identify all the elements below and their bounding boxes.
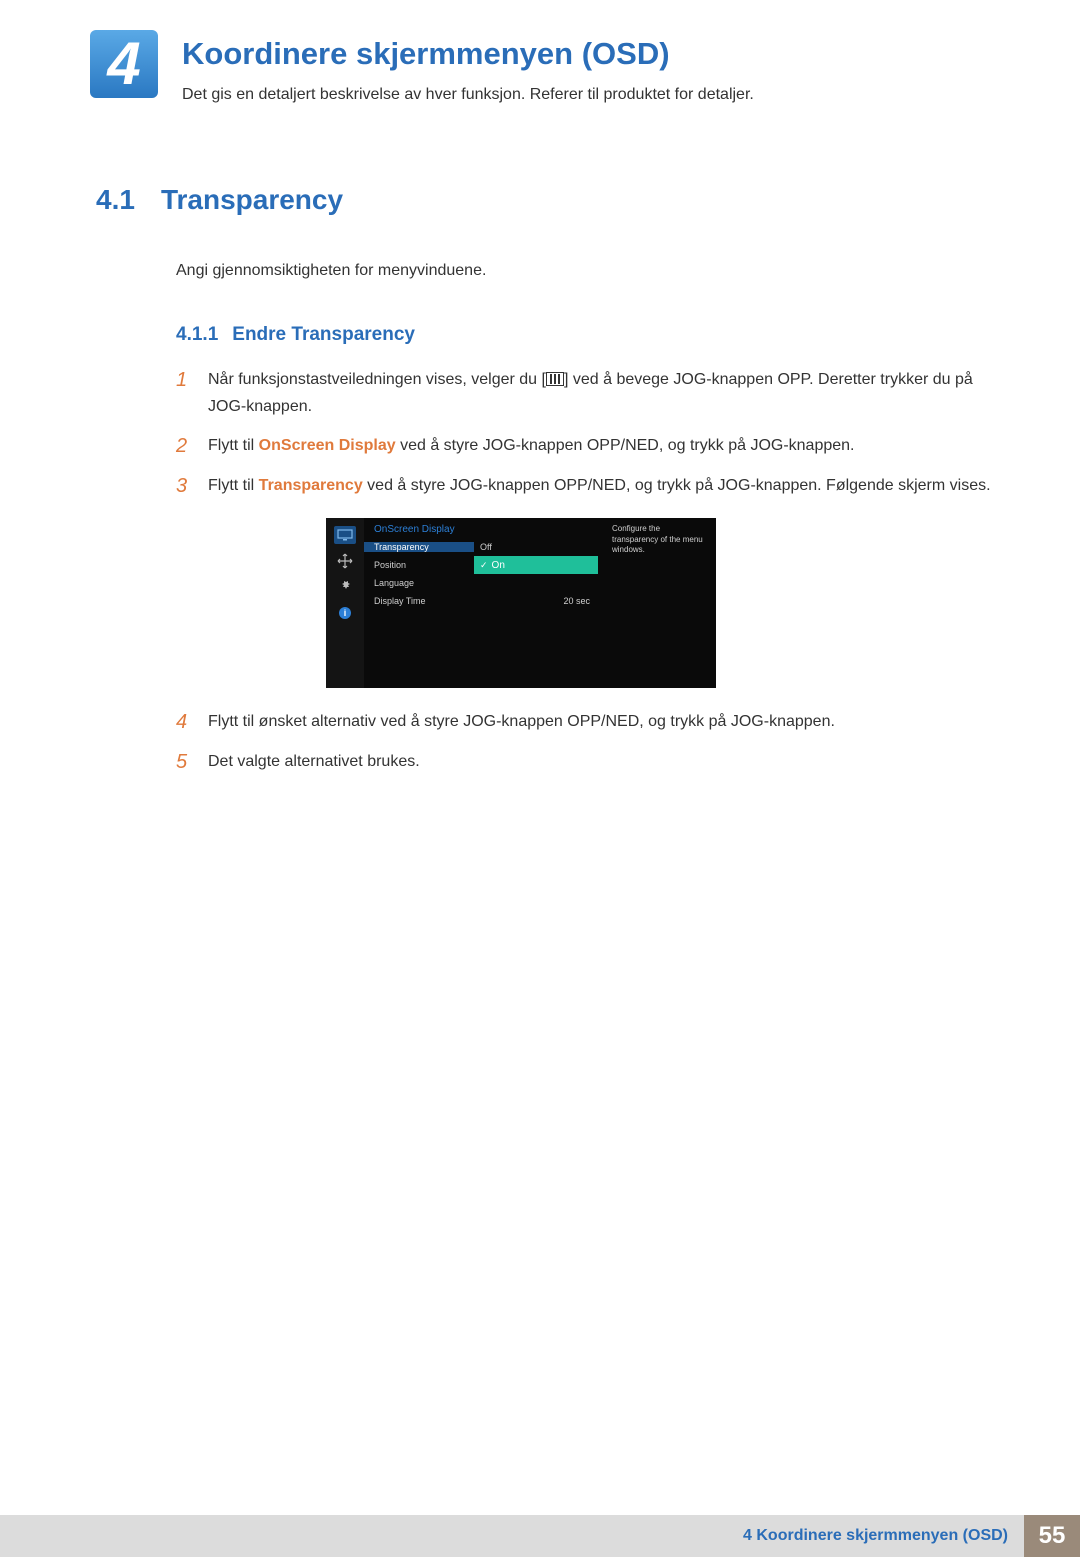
step-text: Flytt til ønsket alternativ ved å styre … xyxy=(208,708,1010,736)
step-number: 3 xyxy=(176,472,192,500)
osd-help-description: Configure the transparency of the menu w… xyxy=(606,518,716,688)
subsection-heading: 4.1.1 Endre Transparency xyxy=(176,324,1010,346)
osd-row-display-time: Display Time 20 sec xyxy=(364,592,606,610)
step-text-part: ved å styre JOG-knappen OPP/NED, og tryk… xyxy=(396,437,855,454)
steps-list-cont: 4 Flytt til ønsket alternativ ved å styr… xyxy=(176,708,1010,776)
osd-label: Transparency xyxy=(364,542,474,552)
step-text: Flytt til OnScreen Display ved å styre J… xyxy=(208,432,1010,460)
step-text-part: Når funksjonstastveiledningen vises, vel… xyxy=(208,371,546,388)
step-4: 4 Flytt til ønsket alternativ ved å styr… xyxy=(176,708,1010,736)
step-text-part: ved å styre JOG-knappen OPP/NED, og tryk… xyxy=(363,477,991,494)
gear-icon xyxy=(334,578,356,596)
check-icon: ✓ xyxy=(480,560,488,571)
step-number: 5 xyxy=(176,748,192,776)
step-number: 1 xyxy=(176,366,192,420)
steps-list: 1 Når funksjonstastveiledningen vises, v… xyxy=(176,366,1010,500)
keyword-transparency: Transparency xyxy=(259,477,363,494)
step-5: 5 Det valgte alternativet brukes. xyxy=(176,748,1010,776)
step-3: 3 Flytt til Transparency ved å styre JOG… xyxy=(176,472,1010,500)
step-1: 1 Når funksjonstastveiledningen vises, v… xyxy=(176,366,1010,420)
chapter-title: Koordinere skjermmenyen (OSD) xyxy=(182,36,754,72)
step-text: Flytt til Transparency ved å styre JOG-k… xyxy=(208,472,1010,500)
osd-row-position: Position ✓ On xyxy=(364,556,606,574)
osd-option-on-selected: ✓ On xyxy=(474,556,598,574)
osd-sidebar: i xyxy=(326,518,364,688)
info-icon: i xyxy=(334,604,356,622)
chapter-header: 4 Koordinere skjermmenyen (OSD) Det gis … xyxy=(90,30,1010,104)
osd-row-language: Language xyxy=(364,574,606,592)
chapter-description: Det gis en detaljert beskrivelse av hver… xyxy=(182,86,754,104)
step-2: 2 Flytt til OnScreen Display ved å styre… xyxy=(176,432,1010,460)
menu-icon xyxy=(546,372,564,386)
step-text-part: Flytt til xyxy=(208,437,259,454)
osd-screenshot: i OnScreen Display Transparency Off Posi… xyxy=(326,518,716,688)
chapter-number-badge: 4 xyxy=(90,30,158,98)
section-heading: 4.1 Transparency xyxy=(96,184,1010,216)
section-number: 4.1 xyxy=(96,184,135,216)
page-footer: 4 Koordinere skjermmenyen (OSD) 55 xyxy=(0,1515,1080,1557)
footer-page-number: 55 xyxy=(1024,1515,1080,1557)
move-icon xyxy=(334,552,356,570)
monitor-icon xyxy=(334,526,356,544)
osd-row-transparency: Transparency Off xyxy=(364,538,606,556)
section-title: Transparency xyxy=(161,184,343,216)
step-text: Når funksjonstastveiledningen vises, vel… xyxy=(208,366,1010,420)
svg-text:i: i xyxy=(344,608,347,618)
section-description: Angi gjennomsiktigheten for menyvinduene… xyxy=(176,262,1010,280)
osd-option-off: Off xyxy=(474,542,598,552)
osd-label: Position xyxy=(364,560,474,570)
keyword-onscreen-display: OnScreen Display xyxy=(259,437,396,454)
subsection-title: Endre Transparency xyxy=(232,324,415,346)
osd-value-time: 20 sec xyxy=(474,596,604,606)
footer-chapter-label: 4 Koordinere skjermmenyen (OSD) xyxy=(743,1515,1024,1557)
subsection-number: 4.1.1 xyxy=(176,324,218,346)
step-number: 4 xyxy=(176,708,192,736)
step-text: Det valgte alternativet brukes. xyxy=(208,748,1010,776)
step-number: 2 xyxy=(176,432,192,460)
osd-label: Display Time xyxy=(364,596,474,606)
osd-label: Language xyxy=(364,578,474,588)
osd-main-panel: OnScreen Display Transparency Off Positi… xyxy=(364,518,606,688)
osd-option-on-label: On xyxy=(492,560,505,571)
step-text-part: Flytt til xyxy=(208,477,259,494)
osd-panel-title: OnScreen Display xyxy=(364,518,606,538)
